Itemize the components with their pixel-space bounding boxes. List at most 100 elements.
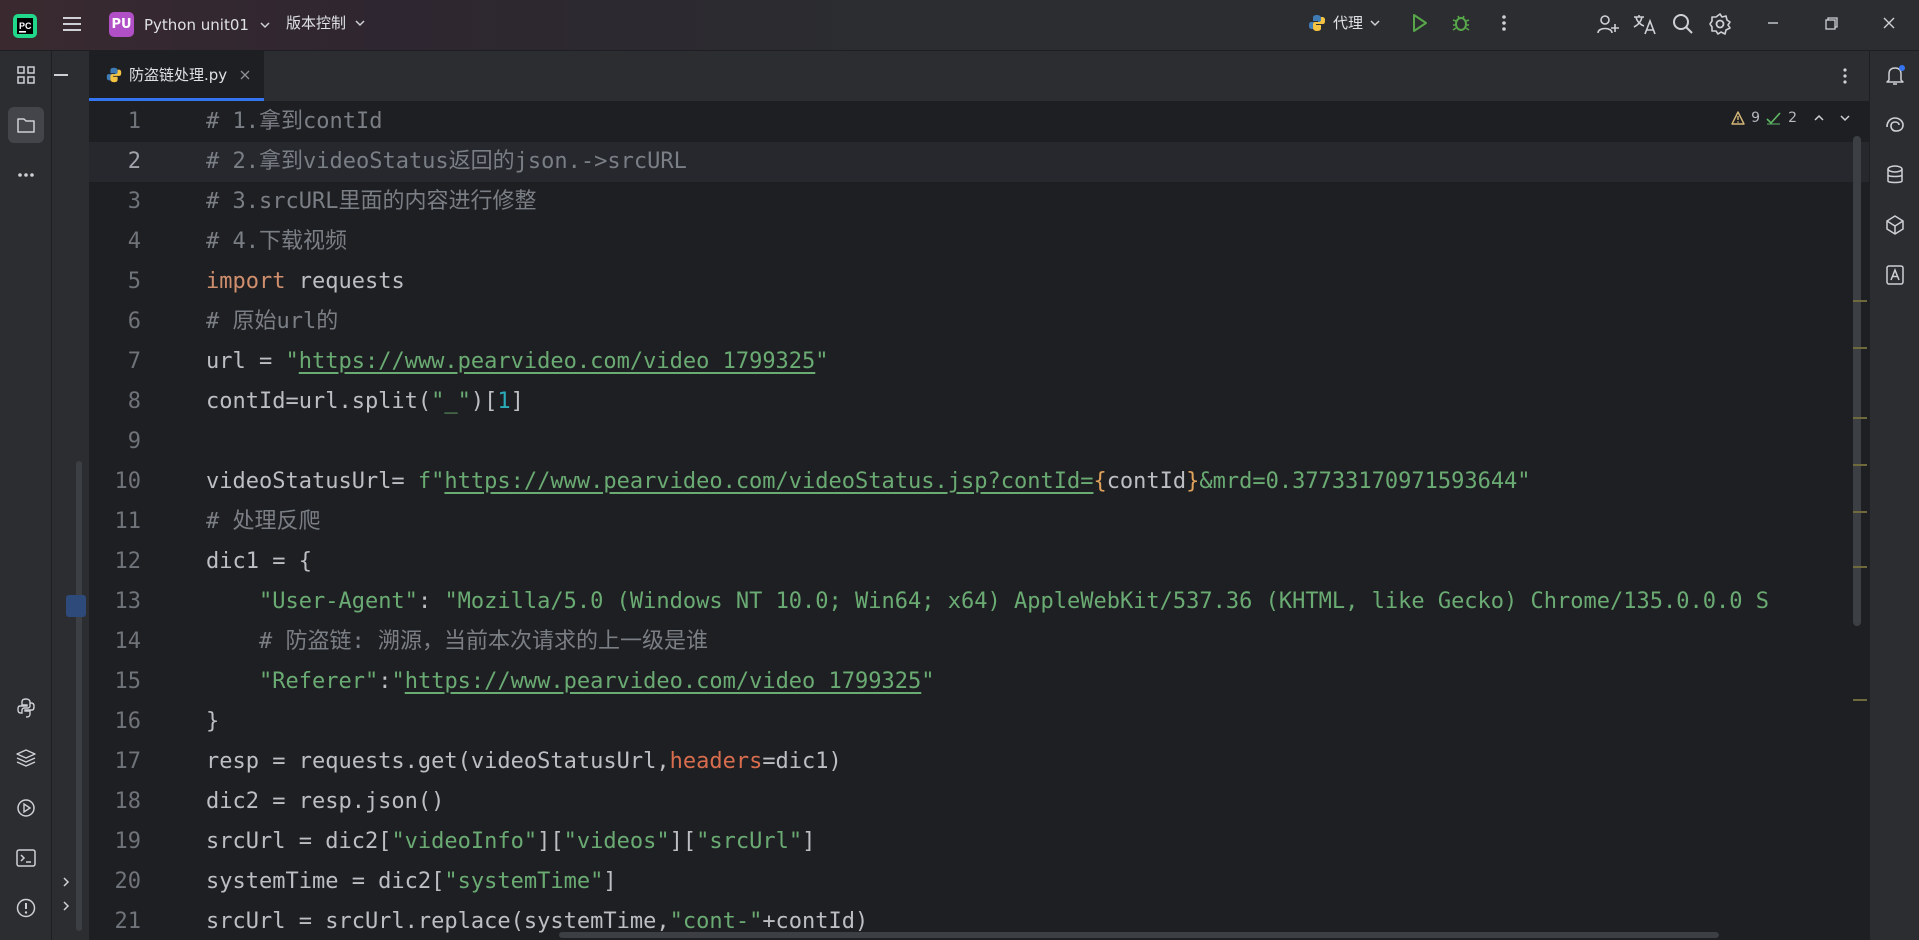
title-bar: PC PU Python unit01 版本控制 代理 bbox=[0, 0, 1919, 51]
main-menu-icon[interactable] bbox=[60, 12, 84, 36]
database-icon bbox=[1883, 163, 1907, 187]
weak-warning-count: 2 bbox=[1788, 110, 1797, 126]
line-number: 17 bbox=[114, 749, 142, 774]
vertical-scrollbar[interactable] bbox=[1853, 136, 1861, 626]
project-pane-scrollbar[interactable] bbox=[76, 461, 82, 931]
restore-button[interactable] bbox=[1820, 12, 1842, 34]
add-user-icon bbox=[1596, 12, 1620, 36]
restore-icon bbox=[1820, 12, 1842, 34]
tab-actions-button[interactable] bbox=[1837, 65, 1853, 91]
code-line: 3 # 3.srcURL里面的内容进行修整 bbox=[89, 182, 1869, 222]
debug-button[interactable] bbox=[1450, 12, 1472, 34]
search-button[interactable] bbox=[1671, 12, 1695, 36]
translate-tool-button[interactable] bbox=[1877, 257, 1913, 293]
project-folder-icon bbox=[15, 114, 37, 136]
code-line: 7 url = "https://www.pearvideo.com/video… bbox=[89, 342, 1869, 382]
vcs-menu[interactable]: 版本控制 bbox=[286, 12, 366, 33]
python-console-icon bbox=[15, 697, 37, 719]
close-tab-icon[interactable] bbox=[239, 69, 251, 81]
line-number: 6 bbox=[127, 309, 141, 334]
next-highlight-icon[interactable] bbox=[1839, 112, 1851, 124]
line-number: 15 bbox=[114, 669, 142, 694]
project-switcher[interactable]: PU Python unit01 bbox=[109, 12, 271, 37]
translate-button[interactable] bbox=[1632, 12, 1658, 36]
code-text: srcUrl = dic2["videoInfo"]["videos"]["sr… bbox=[206, 829, 816, 854]
notifications-button[interactable] bbox=[1877, 57, 1913, 93]
horizontal-scrollbar[interactable] bbox=[559, 932, 1719, 938]
error-stripe-mark bbox=[1853, 347, 1867, 349]
sciview-button[interactable] bbox=[1877, 207, 1913, 243]
previous-highlight-icon[interactable] bbox=[1813, 112, 1825, 124]
more-vertical-icon bbox=[1494, 12, 1514, 34]
chevron-down-icon bbox=[259, 19, 271, 31]
terminal-icon bbox=[15, 847, 37, 869]
line-number: 7 bbox=[127, 349, 141, 374]
translate-icon bbox=[1632, 12, 1658, 36]
search-icon bbox=[1671, 12, 1695, 36]
line-number: 5 bbox=[127, 269, 141, 294]
code-text: # 原始url的 bbox=[206, 309, 339, 334]
ai-assistant-button[interactable] bbox=[1877, 107, 1913, 143]
more-icon bbox=[15, 164, 37, 186]
terminal-button[interactable] bbox=[8, 840, 44, 876]
code-editor[interactable]: 1 # 1.拿到contId 2 # 2.拿到videoStatus返回的jso… bbox=[89, 102, 1869, 940]
settings-button[interactable] bbox=[1708, 12, 1732, 36]
code-line: 14 # 防盗链: 溯源，当前本次请求的上一级是谁 bbox=[89, 622, 1869, 662]
chevron-right-icon[interactable] bbox=[60, 897, 72, 916]
run-button[interactable] bbox=[1408, 12, 1430, 34]
code-text: "Referer":"https://www.pearvideo.com/vid… bbox=[258, 669, 935, 694]
services-icon bbox=[15, 797, 37, 819]
code-line: 11 # 处理反爬 bbox=[89, 502, 1869, 542]
more-tools-button[interactable] bbox=[8, 157, 44, 193]
python-console-button[interactable] bbox=[8, 690, 44, 726]
chevron-down-icon bbox=[1369, 17, 1381, 29]
right-toolbar bbox=[1869, 51, 1919, 940]
line-number: 2 bbox=[127, 149, 141, 174]
chevron-down-icon bbox=[354, 17, 366, 29]
line-number: 11 bbox=[114, 509, 142, 534]
database-button[interactable] bbox=[1877, 157, 1913, 193]
close-icon bbox=[1878, 12, 1900, 34]
line-number: 20 bbox=[114, 869, 142, 894]
code-text: import requests bbox=[206, 269, 405, 294]
error-stripe-mark bbox=[1853, 300, 1867, 302]
code-line: 16 } bbox=[89, 702, 1869, 742]
code-with-me-button[interactable] bbox=[1596, 12, 1620, 36]
code-line: 8 contId=url.split("_")[1] bbox=[89, 382, 1869, 422]
run-config-selector[interactable]: 代理 bbox=[1307, 12, 1381, 33]
debug-icon bbox=[1450, 12, 1472, 34]
code-line: 13 "User-Agent": "Mozilla/5.0 (Windows N… bbox=[89, 582, 1869, 622]
gear-icon bbox=[1708, 12, 1732, 36]
hide-pane-icon[interactable] bbox=[54, 74, 68, 76]
inspection-widget[interactable]: 9 2 bbox=[1731, 110, 1851, 126]
structure-button[interactable] bbox=[8, 57, 44, 93]
notifications-icon bbox=[1883, 63, 1907, 87]
project-pane-strip bbox=[52, 51, 89, 940]
code-line: 2 # 2.拿到videoStatus返回的json.->srcURL bbox=[89, 142, 1869, 182]
more-actions-button[interactable] bbox=[1494, 12, 1514, 34]
close-window-button[interactable] bbox=[1878, 12, 1900, 34]
code-line: 17 resp = requests.get(videoStatusUrl,he… bbox=[89, 742, 1869, 782]
problems-button[interactable] bbox=[8, 890, 44, 926]
code-line: 15 "Referer":"https://www.pearvideo.com/… bbox=[89, 662, 1869, 702]
left-toolbar bbox=[0, 51, 52, 940]
pycharm-logo-icon[interactable]: PC bbox=[12, 13, 38, 39]
code-line: 19 srcUrl = dic2["videoInfo"]["videos"][… bbox=[89, 822, 1869, 862]
python-packages-button[interactable] bbox=[8, 740, 44, 776]
project-button[interactable] bbox=[8, 107, 44, 143]
vcs-label: 版本控制 bbox=[286, 14, 347, 32]
line-number: 19 bbox=[114, 829, 142, 854]
chevron-right-icon[interactable] bbox=[60, 873, 72, 892]
minimize-button[interactable] bbox=[1762, 12, 1784, 34]
line-number: 8 bbox=[127, 389, 141, 414]
line-number: 4 bbox=[127, 229, 141, 254]
services-button[interactable] bbox=[8, 790, 44, 826]
code-line: 1 # 1.拿到contId bbox=[89, 102, 1869, 142]
editor-tab[interactable]: 防盗链处理.py bbox=[89, 51, 264, 101]
error-stripe-mark bbox=[1853, 464, 1867, 466]
selected-marker bbox=[66, 595, 86, 617]
line-number: 21 bbox=[114, 909, 142, 934]
svg-text:PC: PC bbox=[19, 21, 32, 31]
ai-assistant-icon bbox=[1883, 113, 1907, 137]
warning-count: 9 bbox=[1751, 110, 1761, 126]
